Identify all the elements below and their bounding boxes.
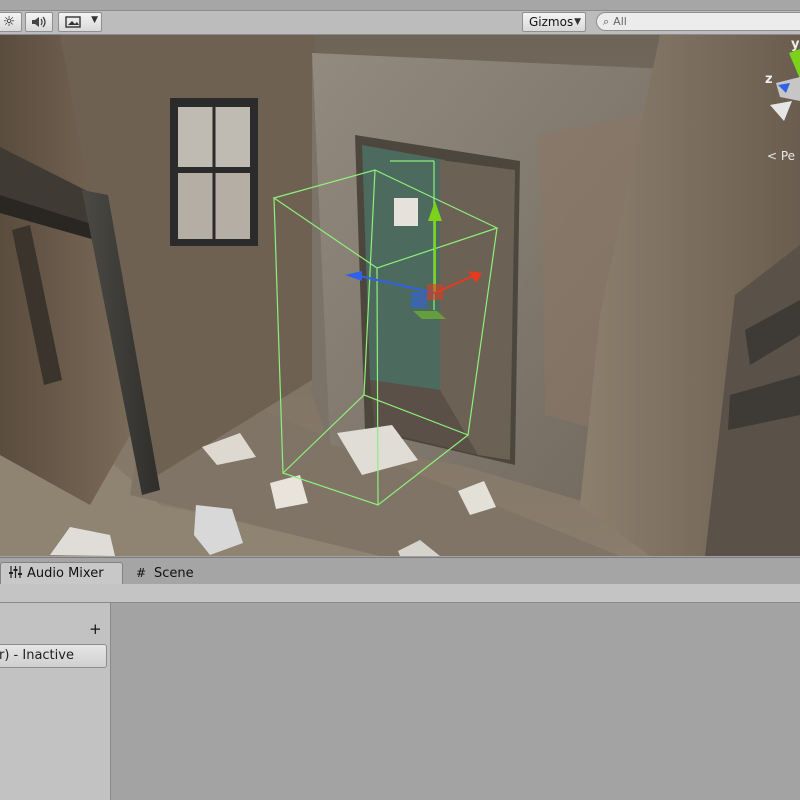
scene-render bbox=[0, 35, 800, 556]
projection-label-text: Pe bbox=[780, 149, 796, 163]
gizmos-dropdown[interactable]: Gizmos ▼ bbox=[522, 12, 586, 32]
scene-viewport[interactable]: y z < Pe bbox=[0, 35, 800, 556]
search-icon: ⌕ bbox=[603, 15, 610, 28]
audio-mixer-strips-area bbox=[111, 603, 800, 800]
hierarchy-search-input[interactable]: ⌕ All bbox=[596, 12, 800, 31]
audio-mixer-toolbar bbox=[0, 584, 800, 603]
tab-scene[interactable]: # Scene bbox=[130, 562, 210, 584]
window-top-strip bbox=[0, 0, 800, 11]
sun-icon: ☼ bbox=[2, 14, 16, 30]
gizmos-label: Gizmos bbox=[529, 15, 574, 29]
speaker-icon bbox=[32, 16, 46, 28]
tab-audio-mixer[interactable]: Audio Mixer bbox=[0, 562, 123, 584]
audio-mixer-sidebar: + r) - Inactive bbox=[0, 603, 111, 800]
mixer-icon bbox=[9, 566, 23, 581]
chevron-down-icon: ▼ bbox=[91, 15, 98, 25]
projection-label[interactable]: < Pe bbox=[767, 149, 795, 163]
scene-lighting-toggle[interactable]: ☼ bbox=[0, 12, 22, 32]
grid-icon: # bbox=[136, 566, 147, 580]
mixer-list-item[interactable]: r) - Inactive bbox=[0, 644, 107, 668]
image-icon bbox=[65, 16, 81, 28]
search-placeholder: All bbox=[613, 15, 627, 28]
tab-audio-mixer-label: Audio Mixer bbox=[27, 566, 104, 581]
scene-audio-toggle[interactable] bbox=[25, 12, 53, 32]
add-snapshot-button[interactable]: + bbox=[89, 620, 102, 638]
chevron-down-icon: ▼ bbox=[574, 17, 581, 27]
scene-toolbar: ☼ ▼ Gizmos ▼ ⌕ All bbox=[0, 0, 800, 35]
orientation-axis-y: y bbox=[791, 37, 800, 52]
scene-effects-dropdown[interactable]: ▼ bbox=[58, 12, 102, 32]
tab-scene-label: Scene bbox=[154, 565, 194, 581]
orientation-axis-z: z bbox=[765, 72, 773, 87]
bottom-tab-bar: Audio Mixer # Scene bbox=[0, 557, 800, 585]
